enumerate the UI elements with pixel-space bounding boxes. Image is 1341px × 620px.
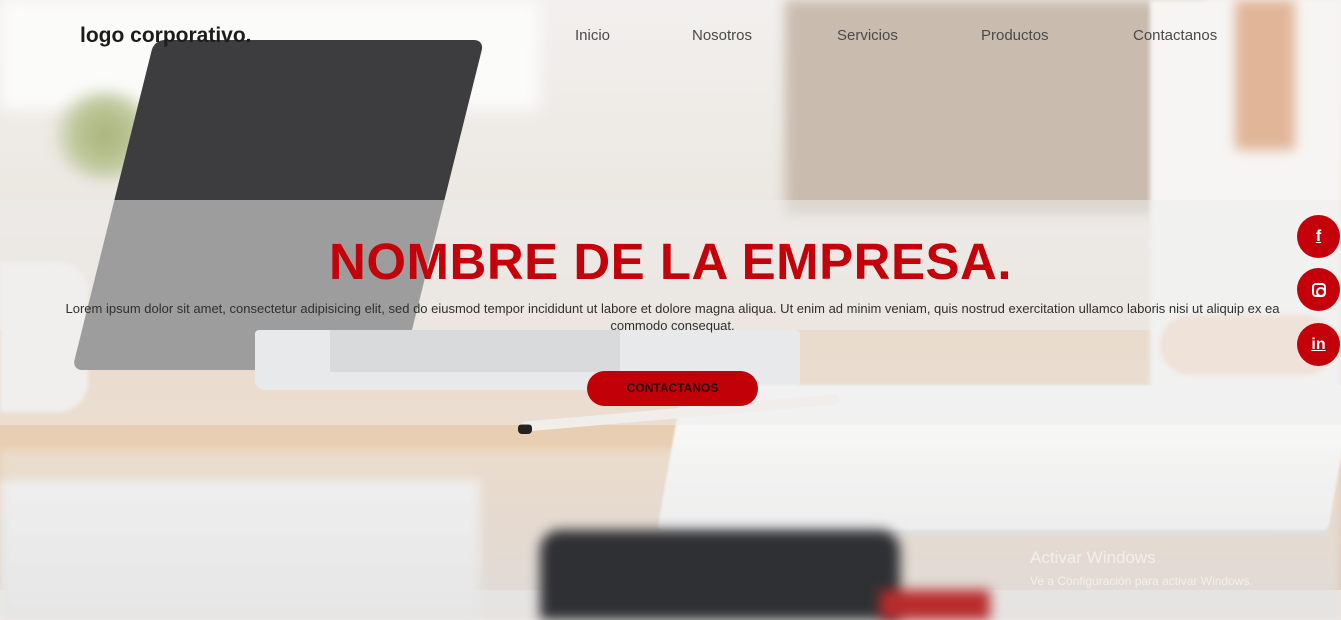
hero-description: Lorem ipsum dolor sit amet, consectetur … (65, 301, 1280, 333)
facebook-icon[interactable]: f (1297, 215, 1340, 258)
nav-inicio[interactable]: Inicio (575, 27, 610, 44)
linkedin-icon[interactable]: in (1297, 323, 1340, 366)
company-name-title: NOMBRE DE LA EMPRESA. (329, 233, 1012, 290)
nav-servicios[interactable]: Servicios (837, 27, 898, 44)
instagram-button[interactable] (1297, 268, 1340, 311)
nav-productos[interactable]: Productos (981, 27, 1049, 44)
windows-activation-watermark: Activar Windows Ve a Configuración para … (1030, 548, 1253, 588)
watermark-title: Activar Windows (1030, 548, 1156, 567)
contact-button[interactable]: CONTACTANOS (587, 371, 758, 406)
nav-contactanos[interactable]: Contactanos (1133, 27, 1217, 44)
watermark-subtitle: Ve a Configuración para activar Windows. (1030, 574, 1253, 588)
main-nav: Inicio Nosotros Servicios Productos Cont… (0, 27, 1341, 47)
instagram-icon (1311, 282, 1326, 297)
nav-nosotros[interactable]: Nosotros (692, 27, 752, 44)
